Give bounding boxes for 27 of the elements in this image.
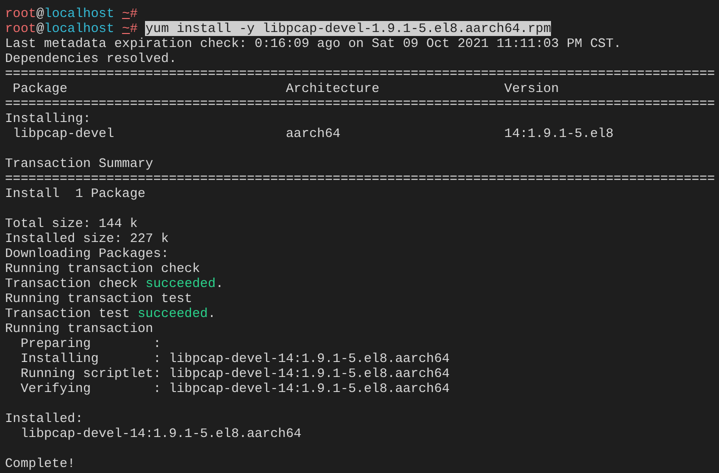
terminal-line: Transaction check succeeded.	[5, 276, 224, 291]
terminal-line: Preparing :	[20, 336, 162, 351]
terminal-line: ===========================================================================================	[5, 171, 715, 186]
terminal-line: Package Architecture Version	[12, 81, 559, 96]
terminal-line: root@localhost ~#	[5, 6, 138, 21]
terminal-line: Running transaction check	[5, 261, 200, 276]
terminal-line: libpcap-devel aarch64 14:1.9.1-5.el8	[12, 126, 614, 141]
terminal-line: Installing : libpcap-devel-14:1.9.1-5.el8.aarch64	[20, 351, 450, 366]
terminal-line: Transaction test succeeded.	[5, 306, 216, 321]
terminal-line: ===========================================================================================	[5, 66, 715, 81]
terminal-line: Installed:	[5, 411, 84, 426]
terminal-line: root@localhost ~# yum install -y libpcap-devel-1.9.1-5.el8.aarch64.rpm	[5, 21, 552, 36]
terminal-line: Install 1 Package	[5, 186, 146, 201]
terminal-line: libpcap-devel-14:1.9.1-5.el8.aarch64	[20, 426, 302, 441]
terminal-line: Running scriptlet: libpcap-devel-14:1.9.1-5.el8.aarch64	[20, 366, 450, 381]
terminal-line: ===========================================================================================	[5, 96, 715, 111]
terminal-line: Running transaction	[5, 321, 154, 336]
terminal-line: Installing:	[5, 111, 91, 126]
terminal-line: Verifying : libpcap-devel-14:1.9.1-5.el8.aarch64	[20, 381, 450, 396]
terminal-line: Last metadata expiration check: 0:16:09 ago on Sat 09 Oct 2021 11:11:03 PM CST.	[5, 36, 622, 51]
terminal-line: Transaction Summary	[5, 156, 154, 171]
terminal-line: Downloading Packages:	[5, 246, 169, 261]
terminal-line: Total size: 144 k	[5, 216, 138, 231]
terminal-line: Running transaction test	[5, 291, 192, 306]
terminal-line: Dependencies resolved.	[5, 51, 177, 66]
terminal-line: Complete!	[5, 456, 76, 471]
terminal-line: Installed size: 227 k	[5, 231, 169, 246]
